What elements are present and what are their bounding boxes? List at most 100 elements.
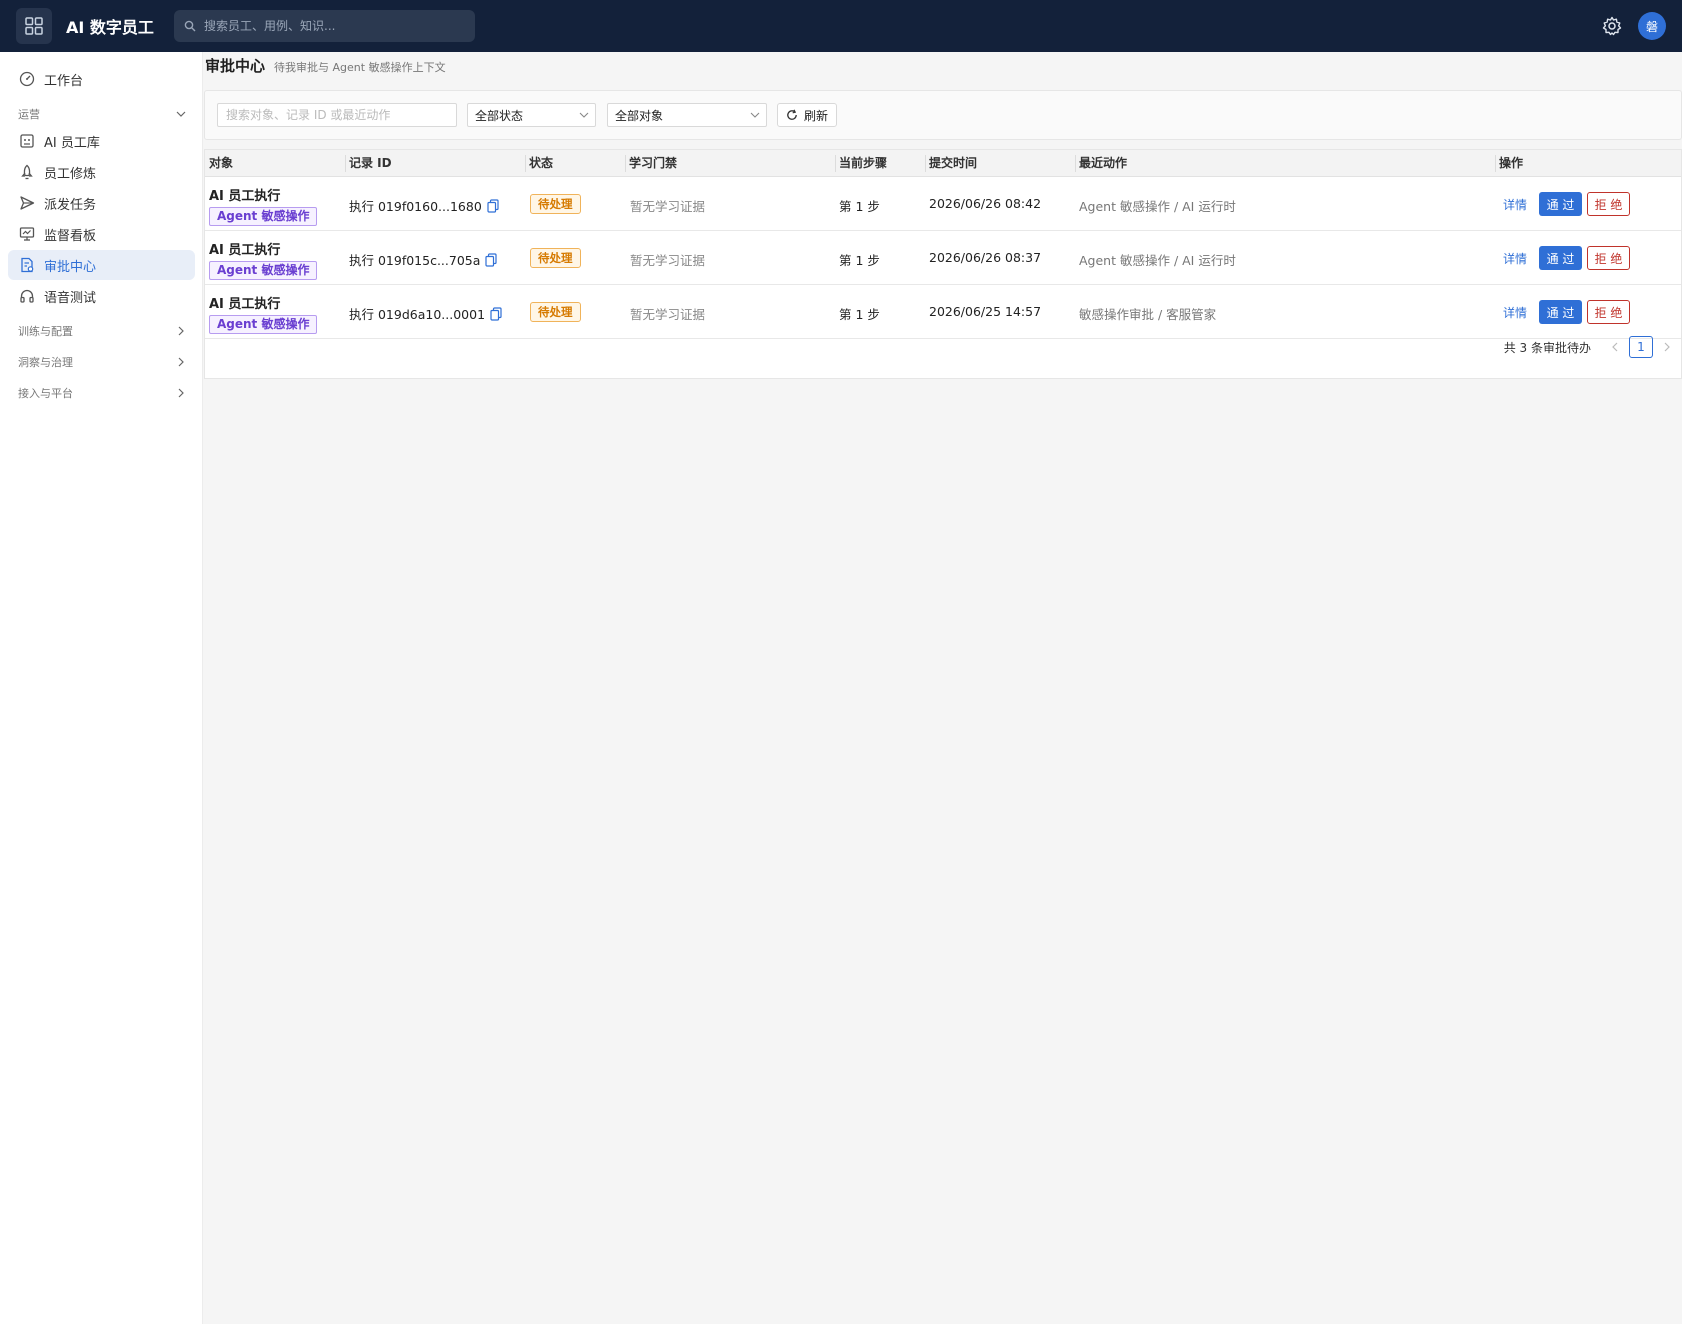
page-number[interactable]: 1 bbox=[1629, 336, 1653, 358]
detail-link[interactable]: 详情 bbox=[1503, 304, 1527, 321]
object-tag: Agent 敏感操作 bbox=[209, 315, 318, 334]
object-name: AI 员工执行 bbox=[209, 297, 281, 312]
sidebar-item-supervision-board[interactable]: 监督看板 bbox=[8, 219, 195, 249]
top-bar: AI 数字员工 磐 bbox=[0, 0, 1682, 52]
submit-time: 2026/06/26 08:37 bbox=[929, 250, 1042, 265]
global-search[interactable] bbox=[174, 10, 475, 42]
pagination: 共 3 条审批待办 1 bbox=[1504, 336, 1675, 358]
approve-button[interactable]: 通 过 bbox=[1539, 246, 1583, 270]
copy-icon[interactable] bbox=[490, 306, 502, 321]
approve-button[interactable]: 通 过 bbox=[1539, 192, 1583, 216]
chevron-down-icon bbox=[579, 112, 589, 118]
sidebar-item-ai-staff-library[interactable]: AI 员工库 bbox=[8, 126, 195, 156]
column-header: 状态 bbox=[529, 156, 554, 170]
recent-action: 敏感操作审批 / 客服管家 bbox=[1079, 307, 1217, 322]
record-id-cell: 执行 019f0160...1680 bbox=[349, 196, 499, 215]
detail-link[interactable]: 详情 bbox=[1503, 250, 1527, 267]
record-id-cell: 执行 019f015c...705a bbox=[349, 250, 498, 269]
sidebar-item-label: 监督看板 bbox=[44, 228, 97, 244]
page-header: 审批中心 待我审批与 Agent 敏感操作上下文 bbox=[205, 55, 446, 76]
sidebar-item-voice-test[interactable]: 语音测试 bbox=[8, 281, 195, 311]
rocket-icon bbox=[18, 163, 36, 181]
table-row: AI 员工执行 Agent 敏感操作 执行 019d6a10...0001 待处… bbox=[205, 285, 1681, 339]
object-select-value: 全部对象 bbox=[615, 108, 664, 123]
filter-bar: 全部状态 全部对象 刷新 bbox=[204, 90, 1682, 140]
learning-gate: 暂无学习证据 bbox=[630, 253, 706, 268]
column-header: 最近动作 bbox=[1079, 156, 1128, 170]
column-header: 提交时间 bbox=[929, 156, 978, 170]
table-row: AI 员工执行 Agent 敏感操作 执行 019f015c...705a 待处… bbox=[205, 231, 1681, 285]
nav-group-operations[interactable]: 运营 bbox=[18, 104, 186, 124]
grid-icon bbox=[25, 17, 43, 35]
send-icon bbox=[18, 194, 36, 212]
sidebar-item-label: 员工修炼 bbox=[44, 166, 97, 182]
row-actions: 详情 通 过 拒 绝 bbox=[1503, 192, 1631, 216]
record-search-input[interactable] bbox=[217, 103, 457, 127]
chevron-right-icon bbox=[178, 326, 184, 336]
column-header: 记录 ID bbox=[349, 156, 392, 170]
record-id: 执行 019f015c...705a bbox=[349, 253, 481, 268]
record-id: 执行 019f0160...1680 bbox=[349, 199, 482, 214]
current-step: 第 1 步 bbox=[839, 307, 880, 322]
app-title: AI 数字员工 bbox=[66, 18, 154, 37]
status-badge: 待处理 bbox=[530, 194, 581, 214]
reject-button[interactable]: 拒 绝 bbox=[1587, 300, 1631, 324]
sidebar-item-label: AI 员工库 bbox=[44, 135, 100, 151]
recent-action: Agent 敏感操作 / AI 运行时 bbox=[1079, 253, 1236, 268]
sidebar-item-dispatch-task[interactable]: 派发任务 bbox=[8, 188, 195, 218]
record-id-cell: 执行 019d6a10...0001 bbox=[349, 304, 502, 323]
chevron-down-icon bbox=[750, 112, 760, 118]
recent-action: Agent 敏感操作 / AI 运行时 bbox=[1079, 199, 1236, 214]
approval-table: 对象 记录 ID 状态 学习门禁 当前步骤 提交时间 最近动作 操作 AI 员工… bbox=[204, 149, 1682, 379]
nav-group-training-config[interactable]: 训练与配置 bbox=[18, 321, 186, 341]
column-header: 操作 bbox=[1499, 156, 1524, 170]
prev-page-button[interactable] bbox=[1607, 337, 1623, 357]
record-id: 执行 019d6a10...0001 bbox=[349, 307, 486, 322]
search-icon bbox=[184, 20, 196, 32]
global-search-input[interactable] bbox=[204, 19, 454, 33]
status-badge: 待处理 bbox=[530, 248, 581, 268]
row-actions: 详情 通 过 拒 绝 bbox=[1503, 300, 1631, 324]
app-switcher-button[interactable] bbox=[16, 8, 52, 44]
sidebar-item-label: 工作台 bbox=[44, 73, 84, 89]
nav-group-label: 洞察与治理 bbox=[18, 356, 73, 369]
submit-time: 2026/06/26 08:42 bbox=[929, 196, 1042, 211]
reject-button[interactable]: 拒 绝 bbox=[1587, 192, 1631, 216]
sidebar: 工作台 运营 AI 员工库 员工修炼 派发任务 监督看板 审批中心 语音测试 训… bbox=[0, 52, 203, 1324]
table-row: AI 员工执行 Agent 敏感操作 执行 019f0160...1680 待处… bbox=[205, 177, 1681, 231]
nav-group-access-platform[interactable]: 接入与平台 bbox=[18, 383, 186, 403]
sidebar-item-approval-center[interactable]: 审批中心 bbox=[8, 250, 195, 280]
page-title: 审批中心 bbox=[205, 57, 266, 75]
object-name: AI 员工执行 bbox=[209, 189, 281, 204]
object-select[interactable]: 全部对象 bbox=[607, 103, 767, 127]
learning-gate: 暂无学习证据 bbox=[630, 199, 706, 214]
chevron-down-icon bbox=[176, 111, 186, 117]
nav-group-label: 接入与平台 bbox=[18, 387, 73, 400]
detail-link[interactable]: 详情 bbox=[1503, 196, 1527, 213]
sidebar-item-staff-training[interactable]: 员工修炼 bbox=[8, 157, 195, 187]
gear-icon bbox=[1602, 16, 1622, 36]
status-select[interactable]: 全部状态 bbox=[467, 103, 596, 127]
sidebar-item-workbench[interactable]: 工作台 bbox=[8, 64, 195, 94]
page-subtitle: 待我审批与 Agent 敏感操作上下文 bbox=[274, 61, 446, 74]
chevron-right-icon bbox=[1664, 342, 1670, 352]
reject-button[interactable]: 拒 绝 bbox=[1587, 246, 1631, 270]
dashboard-icon bbox=[18, 70, 36, 88]
chevron-right-icon bbox=[178, 388, 184, 398]
nav-group-insight-governance[interactable]: 洞察与治理 bbox=[18, 352, 186, 372]
settings-button[interactable] bbox=[1598, 12, 1626, 40]
approval-icon bbox=[18, 256, 36, 274]
copy-icon[interactable] bbox=[487, 198, 499, 213]
sidebar-item-label: 语音测试 bbox=[44, 290, 97, 306]
approve-button[interactable]: 通 过 bbox=[1539, 300, 1583, 324]
current-step: 第 1 步 bbox=[839, 199, 880, 214]
nav-group-label: 运营 bbox=[18, 108, 40, 121]
next-page-button[interactable] bbox=[1659, 337, 1675, 357]
column-header: 学习门禁 bbox=[629, 156, 678, 170]
refresh-button[interactable]: 刷新 bbox=[777, 103, 837, 127]
table-header: 对象 记录 ID 状态 学习门禁 当前步骤 提交时间 最近动作 操作 bbox=[205, 150, 1681, 177]
row-actions: 详情 通 过 拒 绝 bbox=[1503, 246, 1631, 270]
chevron-right-icon bbox=[178, 357, 184, 367]
user-avatar[interactable]: 磐 bbox=[1638, 12, 1666, 40]
copy-icon[interactable] bbox=[485, 252, 498, 267]
